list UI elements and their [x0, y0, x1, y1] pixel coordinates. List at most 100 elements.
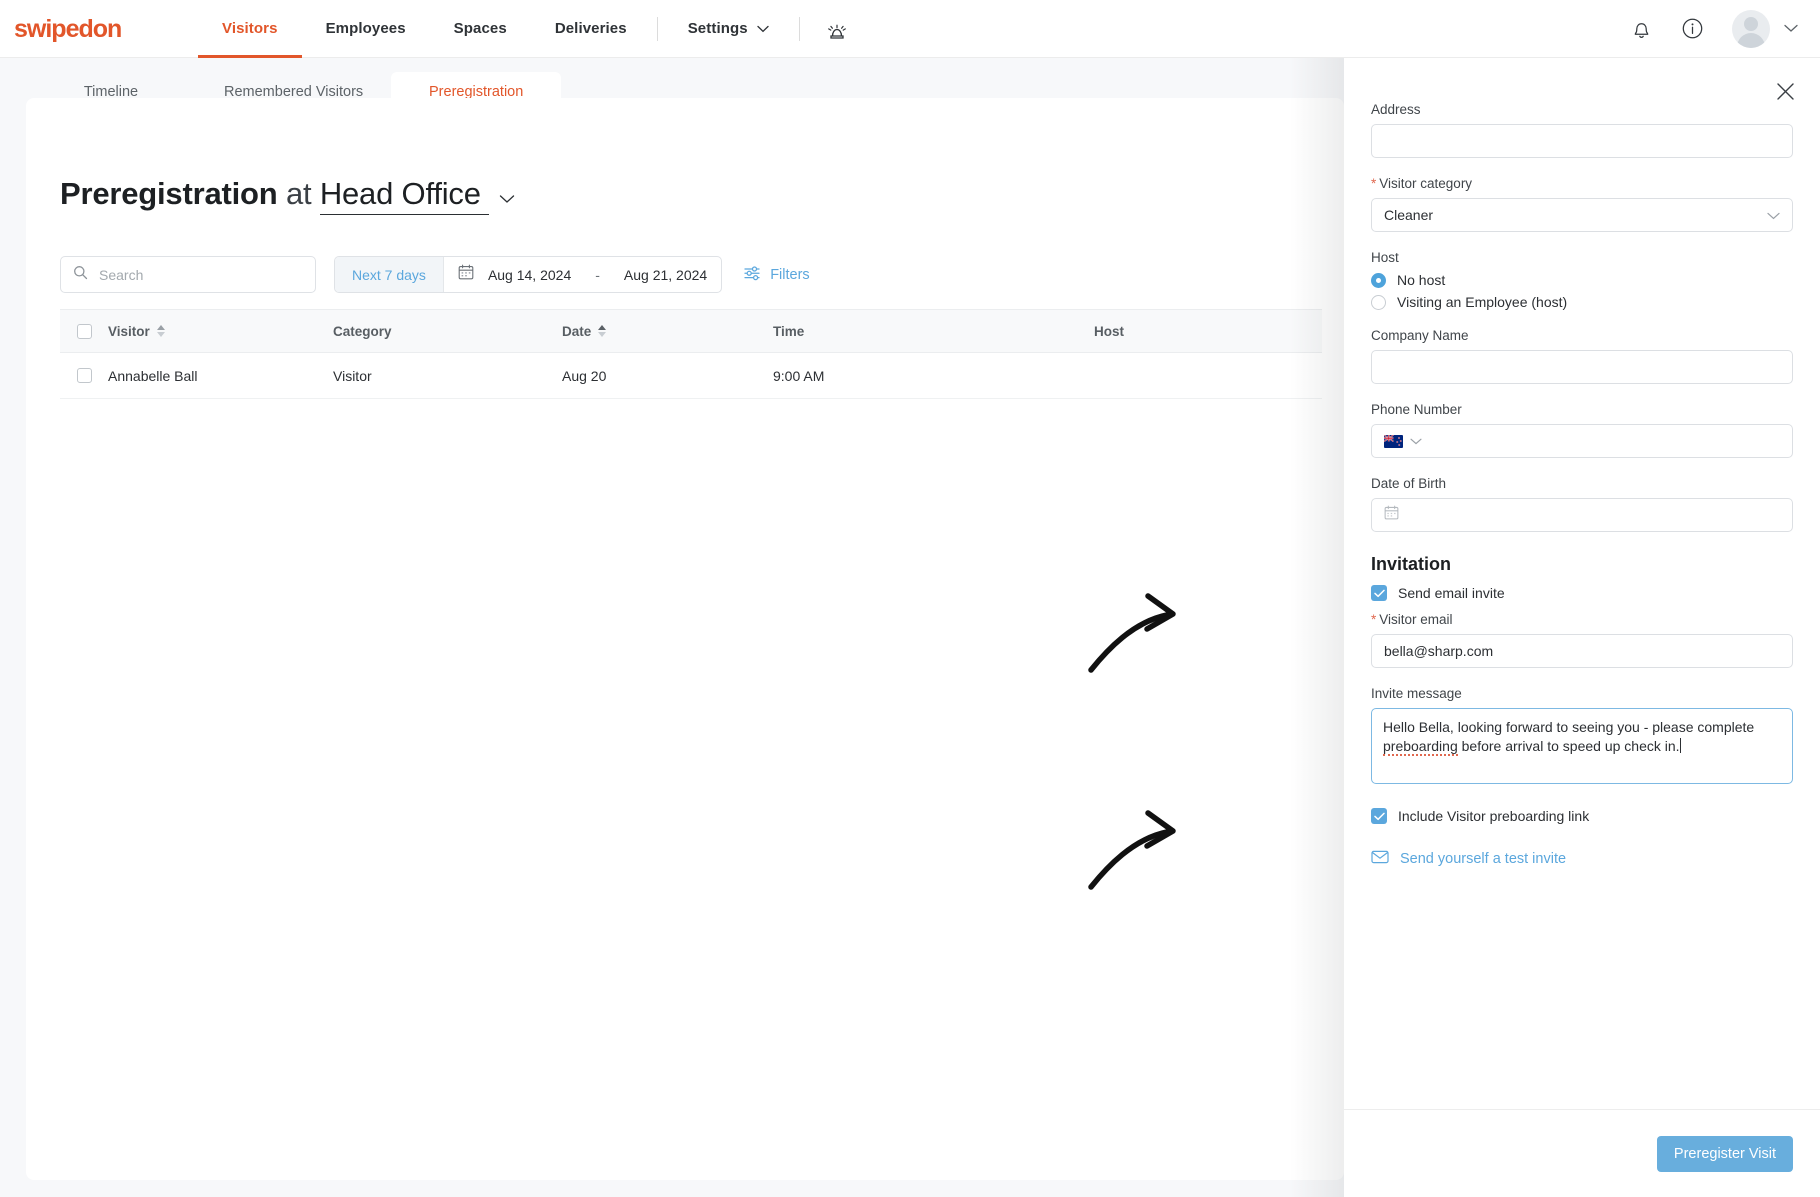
visitor-category-value: Cleaner — [1384, 207, 1434, 223]
chevron-down-icon[interactable] — [499, 176, 515, 211]
company-name-label: Company Name — [1371, 328, 1469, 343]
search-box[interactable] — [60, 256, 316, 293]
invite-message-textarea[interactable]: Hello Bella, looking forward to seeing y… — [1371, 708, 1793, 784]
table-header-row: Visitor Category Date Time Host — [60, 309, 1322, 353]
page-title-text: Preregistration — [60, 176, 278, 211]
nav-item-visitors[interactable]: Visitors — [198, 0, 302, 58]
calendar-icon[interactable] — [458, 264, 474, 285]
cell-visitor: Annabelle Ball — [108, 367, 198, 384]
column-label: Visitor — [108, 323, 150, 339]
page-title: Preregistration at Head Office — [60, 176, 515, 215]
checkbox-checked-icon — [1371, 808, 1387, 824]
new-zealand-flag-icon — [1384, 434, 1403, 448]
filters-button[interactable]: Filters — [744, 265, 810, 285]
nav-item-employees[interactable]: Employees — [302, 0, 430, 58]
date-to[interactable]: Aug 21, 2024 — [624, 267, 707, 283]
date-range-dash: - — [595, 266, 600, 283]
siren-icon[interactable] — [806, 17, 868, 41]
address-input[interactable] — [1371, 124, 1793, 158]
visitor-category-select[interactable]: Cleaner — [1371, 198, 1793, 232]
search-icon — [73, 265, 88, 285]
calendar-icon — [1384, 505, 1399, 525]
row-select-cell — [60, 368, 108, 383]
drawer-footer: Preregister Visit — [1344, 1109, 1820, 1197]
envelope-icon — [1371, 850, 1389, 868]
nav-item-spaces[interactable]: Spaces — [430, 0, 531, 58]
select-all-checkbox[interactable] — [76, 323, 92, 339]
location-label: Head Office — [319, 176, 481, 211]
location-selector[interactable]: Head Office — [319, 176, 490, 215]
sort-icon — [156, 325, 165, 337]
column-label: Time — [773, 323, 805, 339]
nav-item-label: Settings — [687, 20, 748, 37]
phone-number-input[interactable] — [1371, 424, 1793, 458]
visitor-email-field-group: * Visitor email — [1371, 612, 1793, 668]
chevron-down-icon — [757, 20, 769, 37]
visitor-email-label: * Visitor email — [1371, 612, 1793, 627]
preregister-visit-button[interactable]: Preregister Visit — [1656, 1135, 1793, 1172]
main-content-card: Preregistration at Head Office Next 7 da… — [26, 98, 1344, 1180]
date-from[interactable]: Aug 14, 2024 — [488, 267, 571, 283]
date-of-birth-input[interactable] — [1371, 498, 1793, 532]
invitation-heading: Invitation — [1371, 554, 1451, 574]
column-header-visitor[interactable]: Visitor — [108, 324, 333, 339]
required-asterisk: * — [1371, 176, 1377, 191]
top-navigation-bar: swipedon Visitors Employees Spaces Deliv… — [0, 0, 1820, 58]
date-range-fields: Aug 14, 2024 - Aug 21, 2024 — [444, 264, 721, 285]
sort-icon — [598, 325, 607, 337]
nav-item-deliveries[interactable]: Deliveries — [531, 0, 651, 58]
column-header-category: Category — [333, 324, 562, 339]
nav-item-settings[interactable]: Settings — [664, 0, 793, 58]
preset-next-7-days-button[interactable]: Next 7 days — [335, 257, 444, 292]
info-icon[interactable] — [1681, 17, 1704, 40]
label-text: Visitor category — [1379, 176, 1473, 191]
cell-category: Visitor — [333, 367, 372, 384]
date-of-birth-field-group: Date of Birth — [1371, 476, 1793, 532]
cell-date: Aug 20 — [562, 367, 607, 384]
checkbox-checked-icon — [1371, 585, 1387, 601]
nav-divider — [798, 16, 800, 41]
company-name-input[interactable] — [1371, 350, 1793, 384]
phone-number-field-group: Phone Number — [1371, 402, 1793, 458]
chevron-down-icon[interactable] — [1410, 432, 1422, 450]
drawer-shadow — [1290, 58, 1350, 1197]
send-email-invite-checkbox[interactable]: Send email invite — [1371, 585, 1793, 601]
send-test-invite-link[interactable]: Send yourself a test invite — [1371, 850, 1793, 868]
invite-message-label: Invite message — [1371, 686, 1462, 701]
text-cursor — [1679, 737, 1681, 753]
checkbox-label: Send email invite — [1398, 585, 1505, 601]
bell-icon[interactable] — [1630, 17, 1653, 41]
row-checkbox[interactable] — [76, 368, 92, 383]
close-icon[interactable] — [1772, 78, 1798, 104]
svg-text:swipedon: swipedon — [14, 16, 121, 42]
chevron-down-icon — [1784, 20, 1798, 38]
visitor-email-input[interactable] — [1371, 634, 1793, 668]
include-preboarding-link-checkbox[interactable]: Include Visitor preboarding link — [1371, 808, 1793, 824]
host-label: Host — [1371, 250, 1399, 265]
address-field-group: Address — [1371, 102, 1793, 158]
radio-visiting-employee[interactable]: Visiting an Employee (host) — [1371, 294, 1793, 310]
phone-number-label: Phone Number — [1371, 402, 1462, 417]
account-menu[interactable] — [1732, 9, 1798, 48]
host-field-group: Host No host Visiting an Employee (host) — [1371, 250, 1793, 310]
column-label: Category — [333, 323, 392, 339]
search-input[interactable] — [97, 265, 297, 284]
radio-label: No host — [1397, 272, 1446, 288]
column-label: Date — [562, 323, 592, 339]
column-header-date[interactable]: Date — [562, 324, 773, 339]
date-range-picker: Next 7 days Aug 14, 2024 - Aug 21, 2024 — [334, 256, 723, 293]
preregistration-table: Visitor Category Date Time Host Annabell… — [60, 309, 1322, 399]
table-controls: Next 7 days Aug 14, 2024 - — [60, 256, 810, 293]
radio-indicator — [1371, 294, 1386, 310]
nav-links: Visitors Employees Spaces Deliveries Set… — [198, 0, 868, 58]
swipedon-logo[interactable]: swipedon — [14, 16, 162, 42]
table-row[interactable]: Annabelle Ball Visitor Aug 20 9:00 AM — [60, 353, 1322, 399]
filters-label: Filters — [770, 266, 810, 283]
checkbox-label: Include Visitor preboarding link — [1398, 808, 1590, 824]
drawer-form: Address * Visitor category Cleaner Host N… — [1344, 102, 1820, 1109]
label-text: Visitor email — [1379, 612, 1453, 627]
visitor-category-label: * Visitor category — [1371, 176, 1793, 191]
visitor-category-field-group: * Visitor category Cleaner — [1371, 176, 1793, 232]
radio-no-host[interactable]: No host — [1371, 272, 1793, 288]
company-name-field-group: Company Name — [1371, 328, 1793, 384]
